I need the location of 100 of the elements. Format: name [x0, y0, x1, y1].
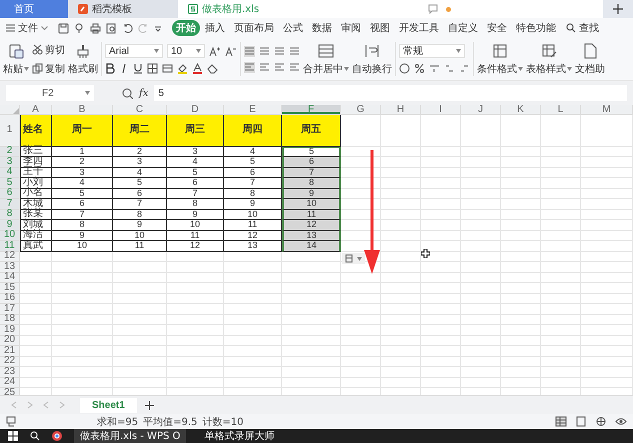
row-header[interactable]: 14 [0, 272, 20, 283]
wrap-text-button[interactable]: 自动换行 [352, 42, 392, 76]
eraser-icon[interactable] [207, 63, 218, 74]
align-icon[interactable] [289, 62, 300, 72]
page-view-icon[interactable] [575, 416, 587, 427]
row-header[interactable]: 1 [0, 115, 20, 146]
row-header[interactable]: 22 [0, 356, 20, 367]
zoom-icon[interactable] [122, 88, 133, 98]
align-icon[interactable] [274, 46, 285, 56]
ribbon-tab[interactable]: 开发工具 [395, 20, 443, 36]
table-style-button[interactable]: 表格样式 [526, 42, 572, 76]
row-header[interactable]: 19 [0, 325, 20, 336]
search-button[interactable]: 查找 [566, 21, 599, 35]
document-assistant-button[interactable]: 文档助 [575, 42, 605, 76]
font-dropdown[interactable]: Arial [105, 44, 163, 58]
row-header[interactable]: 11 [0, 241, 20, 252]
formula-field[interactable]: 5 [154, 85, 627, 101]
sheet-tab[interactable]: Sheet1 [80, 398, 137, 412]
ribbon-tab[interactable]: 视图 [366, 20, 394, 36]
ribbon-tab[interactable]: 安全 [483, 20, 511, 36]
ribbon-tab[interactable]: 页面布局 [230, 20, 278, 36]
row-header[interactable]: 23 [0, 367, 20, 378]
paste-button[interactable]: 粘贴 [3, 42, 29, 76]
row-header[interactable]: 10 [0, 230, 20, 241]
row-header[interactable]: 3 [0, 157, 20, 168]
undo-icon[interactable] [122, 22, 133, 34]
row-header[interactable]: 8 [0, 210, 20, 220]
eye-icon[interactable] [615, 416, 627, 427]
empty-cell [581, 378, 633, 388]
fill-color-icon[interactable] [177, 63, 188, 74]
search-icon[interactable] [30, 431, 40, 441]
row-header[interactable]: 25 [0, 388, 20, 395]
message-icon[interactable] [428, 4, 438, 14]
row-header[interactable]: 24 [0, 378, 20, 388]
row-header[interactable]: 12 [0, 252, 20, 262]
number-format-dropdown[interactable]: 常规 [399, 44, 465, 58]
row-header[interactable]: 6 [0, 188, 20, 199]
row-header[interactable]: 17 [0, 304, 20, 314]
windows-start-icon[interactable] [8, 431, 18, 441]
merge-center-button[interactable]: 合并居中 [303, 42, 349, 76]
paste-options-button[interactable] [342, 253, 365, 264]
taskbar-app[interactable]: 做表格用.xls - WPS O [74, 429, 186, 443]
ribbon-tab[interactable]: 审阅 [337, 20, 365, 36]
align-icon[interactable] [289, 46, 300, 56]
align-icon[interactable] [259, 46, 270, 56]
print-preview-icon[interactable] [106, 22, 117, 34]
document-tab[interactable]: 首页 [0, 0, 68, 18]
row-header[interactable]: 9 [0, 220, 20, 230]
empty-cell [167, 272, 224, 283]
empty-cell [113, 294, 167, 304]
row-header[interactable]: 20 [0, 336, 20, 346]
macro-icon[interactable] [6, 416, 17, 427]
row-header[interactable]: 7 [0, 199, 20, 210]
empty-cell [167, 283, 224, 294]
row-header[interactable]: 16 [0, 294, 20, 304]
border-icon[interactable] [147, 63, 158, 74]
format-painter-button[interactable]: 格式刷 [68, 42, 98, 76]
ribbon-tab[interactable]: 公式 [279, 20, 307, 36]
copy-button[interactable]: 复制 [32, 62, 65, 76]
normal-view-icon[interactable] [555, 416, 567, 427]
ribbon-tab[interactable]: 数据 [308, 20, 336, 36]
row-header[interactable]: 5 [0, 178, 20, 188]
cell-style-icon[interactable] [162, 63, 173, 74]
empty-cell [541, 115, 581, 146]
function-icon[interactable]: fx [139, 88, 148, 98]
name-box[interactable]: F2 [6, 85, 94, 101]
decrease-font-icon[interactable] [225, 46, 237, 56]
font-color-icon[interactable] [192, 63, 203, 74]
row-header[interactable]: 2 [0, 146, 20, 157]
increase-font-icon[interactable] [209, 46, 221, 56]
ribbon-tab[interactable]: 开始 [172, 20, 200, 36]
percent-icon[interactable] [414, 63, 425, 74]
underline-icon[interactable] [133, 63, 143, 74]
font-size-dropdown[interactable]: 10 [167, 44, 205, 58]
align-icon[interactable] [244, 46, 255, 56]
ribbon-tab[interactable]: 特色功能 [512, 20, 560, 36]
conditional-format-button[interactable]: 条件格式 [477, 42, 523, 76]
document-tab[interactable]: 做表格用.xls [178, 0, 308, 18]
cut-button[interactable]: 剪切 [32, 42, 65, 56]
row-header[interactable]: 13 [0, 262, 20, 272]
empty-cell [541, 378, 581, 388]
row-header[interactable]: 21 [0, 346, 20, 356]
row-header[interactable]: 18 [0, 314, 20, 325]
print-icon[interactable] [90, 22, 101, 34]
ribbon-tab[interactable]: 插入 [201, 20, 229, 36]
align-icon[interactable] [259, 62, 270, 72]
empty-cell [224, 252, 282, 262]
ribbon-tab[interactable]: 自定义 [444, 20, 482, 36]
row-header[interactable]: 15 [0, 283, 20, 294]
file-menu[interactable]: 文件 [4, 21, 50, 35]
taskbar-app[interactable]: 单格式录屏大师 [198, 429, 280, 443]
split-view-icon[interactable] [595, 416, 607, 427]
align-icon[interactable] [274, 62, 285, 72]
row-header[interactable]: 4 [0, 168, 20, 178]
document-tab[interactable]: 稻壳模板 [68, 0, 178, 18]
bold-icon[interactable] [105, 63, 115, 74]
add-sheet-button[interactable] [144, 400, 154, 410]
browser-icon[interactable] [52, 431, 62, 441]
align-icon[interactable] [244, 62, 255, 72]
save-icon[interactable] [58, 22, 69, 34]
